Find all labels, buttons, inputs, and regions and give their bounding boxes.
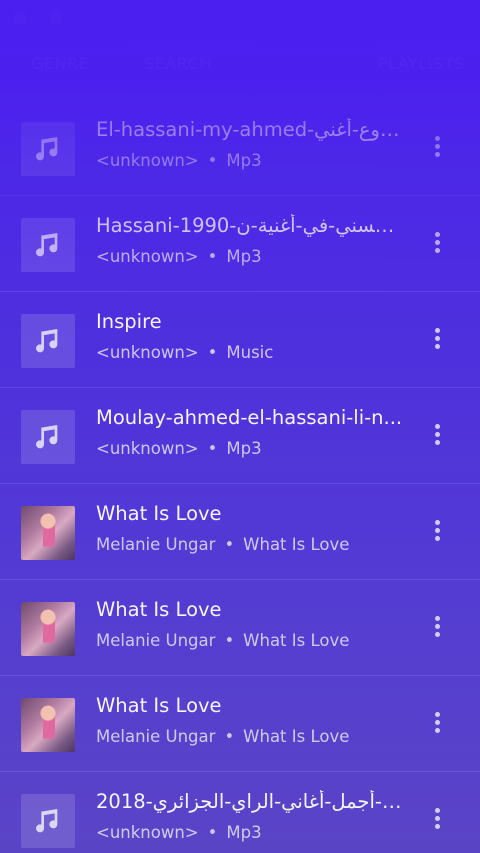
- song-title: أجمل-أغاني-الراي-الجزائري-2018-...ch: [96, 790, 406, 813]
- song-album: Mp3: [226, 247, 262, 266]
- song-artist: <unknown>: [96, 439, 199, 458]
- song-title: What Is Love: [96, 502, 222, 525]
- music-note-icon: [21, 122, 75, 176]
- song-artist: <unknown>: [96, 151, 199, 170]
- song-album: What Is Love: [243, 631, 350, 650]
- signal-icon: [14, 12, 26, 24]
- separator: •: [224, 631, 235, 650]
- separator: •: [224, 727, 235, 746]
- song-row[interactable]: Hassani-1990-لحسني-في-أغنية-ن... <unknow…: [0, 196, 480, 292]
- album-art: [21, 698, 75, 752]
- song-title: El-hassani-my-ahmed-روع-أغني...: [96, 118, 406, 141]
- song-row[interactable]: El-hassani-my-ahmed-روع-أغني... <unknown…: [0, 100, 480, 196]
- music-note-icon: [21, 794, 75, 848]
- separator: •: [207, 151, 218, 170]
- music-note-icon: [21, 218, 75, 272]
- album-art: [21, 602, 75, 656]
- song-subtitle: Melanie Ungar • What Is Love: [96, 631, 406, 650]
- song-artist: <unknown>: [96, 823, 199, 842]
- song-album: Mp3: [226, 439, 262, 458]
- separator: •: [207, 343, 218, 362]
- more-options-icon[interactable]: [428, 616, 446, 642]
- song-artist: Melanie Ungar: [96, 535, 216, 554]
- album-art: [21, 506, 75, 560]
- more-options-icon[interactable]: [428, 808, 446, 834]
- song-subtitle: Melanie Ungar • What Is Love: [96, 535, 406, 554]
- more-options-icon[interactable]: [428, 328, 446, 354]
- song-album: What Is Love: [243, 535, 350, 554]
- song-title: What Is Love: [96, 598, 222, 621]
- song-subtitle: <unknown> • Mp3: [96, 823, 406, 842]
- separator: •: [207, 439, 218, 458]
- tab-bar: GENRE SEARCH PLAYLISTS: [0, 38, 480, 96]
- more-options-icon[interactable]: [428, 232, 446, 258]
- song-album: Mp3: [226, 151, 262, 170]
- tab-search[interactable]: SEARCH: [144, 54, 212, 73]
- more-options-icon[interactable]: [428, 424, 446, 450]
- song-artist: Melanie Ungar: [96, 631, 216, 650]
- song-artist: Melanie Ungar: [96, 727, 216, 746]
- tab-playlists[interactable]: PLAYLISTS: [378, 54, 465, 73]
- song-subtitle: <unknown> • Mp3: [96, 247, 406, 266]
- song-album: What Is Love: [243, 727, 350, 746]
- song-title: Hassani-1990-لحسني-في-أغنية-ن...: [96, 214, 406, 237]
- separator: •: [207, 247, 218, 266]
- song-subtitle: <unknown> • Music: [96, 343, 406, 362]
- song-row[interactable]: What Is Love Melanie Ungar • What Is Love: [0, 580, 480, 676]
- signal-icon: [50, 12, 62, 24]
- more-options-icon[interactable]: [428, 136, 446, 162]
- separator: •: [207, 823, 218, 842]
- song-subtitle: Melanie Ungar • What Is Love: [96, 727, 406, 746]
- song-subtitle: <unknown> • Mp3: [96, 439, 406, 458]
- song-title: Moulay-ahmed-el-hassani-li-n...: [96, 406, 403, 429]
- music-note-icon: [21, 410, 75, 464]
- song-row[interactable]: What Is Love Melanie Ungar • What Is Love: [0, 484, 480, 580]
- song-album: Music: [226, 343, 274, 362]
- music-note-icon: [21, 314, 75, 368]
- song-artist: <unknown>: [96, 343, 199, 362]
- song-subtitle: <unknown> • Mp3: [96, 151, 406, 170]
- song-title: Inspire: [96, 310, 162, 333]
- separator: •: [224, 535, 235, 554]
- tab-genre[interactable]: GENRE: [31, 54, 89, 73]
- song-artist: <unknown>: [96, 247, 199, 266]
- song-row[interactable]: أجمل-أغاني-الراي-الجزائري-2018-...ch <un…: [0, 772, 480, 853]
- song-row[interactable]: Inspire <unknown> • Music: [0, 292, 480, 388]
- status-bar: [0, 0, 480, 38]
- more-options-icon[interactable]: [428, 520, 446, 546]
- song-row[interactable]: Moulay-ahmed-el-hassani-li-n... <unknown…: [0, 388, 480, 484]
- song-title: What Is Love: [96, 694, 222, 717]
- song-album: Mp3: [226, 823, 262, 842]
- more-options-icon[interactable]: [428, 712, 446, 738]
- song-row[interactable]: What Is Love Melanie Ungar • What Is Love: [0, 676, 480, 772]
